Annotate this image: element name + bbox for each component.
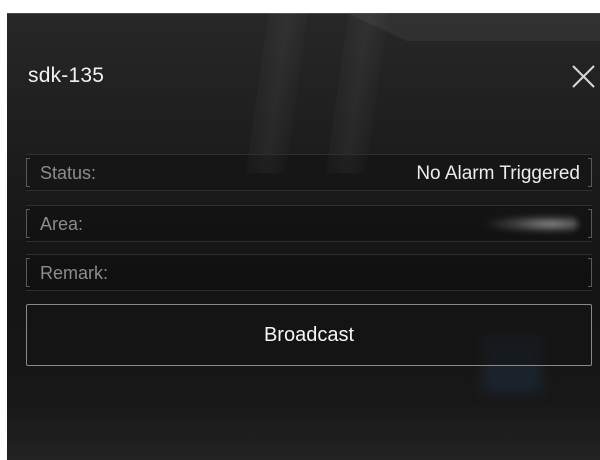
bracket-right	[588, 158, 592, 187]
status-field: Status: No Alarm Triggered	[26, 154, 592, 191]
broadcast-button[interactable]: Broadcast	[26, 304, 592, 366]
status-label: Status:	[40, 163, 97, 183]
bracket-right	[588, 209, 592, 238]
background-stripe	[325, 13, 389, 173]
area-label: Area:	[40, 214, 84, 234]
bracket-left	[26, 158, 30, 187]
bracket-right	[588, 258, 592, 287]
background-stripe	[245, 13, 309, 173]
area-value-redacted	[486, 215, 578, 233]
close-button[interactable]	[568, 61, 600, 93]
remark-field: Remark:	[26, 254, 592, 291]
device-dialog: sdk-135 Status: No Alarm Triggered Area:…	[7, 13, 600, 460]
remark-label: Remark:	[40, 263, 109, 283]
status-value: No Alarm Triggered	[416, 163, 580, 184]
background-floor	[7, 400, 600, 460]
area-field: Area:	[26, 205, 592, 242]
dialog-title: sdk-135	[28, 64, 105, 87]
bracket-left	[26, 209, 30, 238]
close-icon	[572, 65, 595, 88]
bracket-left	[26, 258, 30, 287]
